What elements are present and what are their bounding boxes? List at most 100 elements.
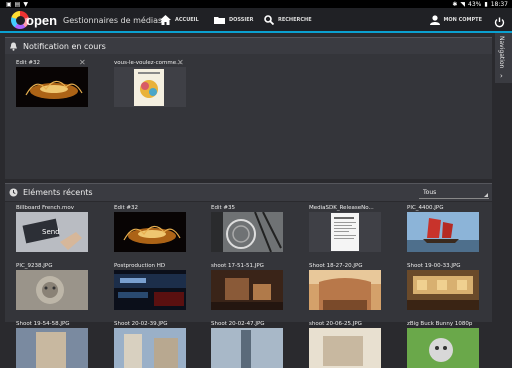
poster-image [114, 67, 186, 107]
media-tile-label: Shoot 20-02-47.JPG [211, 321, 265, 327]
close-icon[interactable]: ✕ [79, 59, 86, 67]
media-thumbnail [211, 270, 283, 310]
media-tile[interactable]: Billboard French.mov Send [16, 204, 88, 252]
recent-title: Eléments récents [23, 188, 93, 197]
top-bar: open Gestionnaires de médias ACCUEIL DOS… [0, 8, 512, 33]
media-thumbnail [114, 212, 186, 252]
close-icon[interactable]: ✕ [177, 59, 184, 67]
media-thumbnail [309, 270, 381, 310]
media-tile-label: MediaSDK_ReleaseNo... [309, 205, 374, 211]
chevron-right-icon: › [500, 72, 503, 80]
navigation-tab-label: Navigation [498, 36, 505, 69]
home-icon [160, 14, 171, 25]
media-tile[interactable]: PIC_9238.JPG [16, 262, 88, 310]
search-icon [264, 14, 274, 25]
user-icon [430, 14, 441, 25]
lobby-image [407, 270, 479, 310]
media-tile[interactable]: PIC_4400.JPG [407, 204, 479, 252]
notification-item-label: vous-le-voulez-comme... [114, 60, 182, 66]
media-tile[interactable]: shoot 17-51-51.JPG [211, 262, 283, 310]
account-button[interactable]: MON COMPTE [430, 8, 482, 31]
clock: 18:37 [490, 0, 508, 8]
lion-statue-image [16, 270, 88, 310]
main-content: Notification en cours Edit #32 ✕ vous-le… [5, 35, 492, 368]
status-bar: ▣ ▤ ▼ ✱ ◥ 43% ▮ 18:37 [0, 0, 512, 8]
send-key-image: Send [16, 212, 88, 252]
media-tile[interactable]: zBig Buck Bunny 1080p [407, 320, 479, 368]
media-tile-label: Shoot 20-02-39.JPG [114, 321, 168, 327]
battery-icon: ▮ [484, 0, 488, 8]
fireworks-image [114, 212, 186, 252]
power-icon [494, 17, 505, 28]
clock-icon [9, 188, 18, 197]
bright-image [309, 328, 381, 368]
media-tile-label: Shoot 19-00-33.JPG [407, 263, 461, 269]
status-right: ✱ ◥ 43% ▮ 18:37 [452, 0, 508, 8]
media-tile[interactable]: Shoot 19-00-33.JPG [407, 262, 479, 310]
nav-search[interactable]: RECHERCHE [256, 8, 320, 31]
media-tile[interactable]: shoot 20-06-25.JPG [309, 320, 381, 368]
media-thumbnail [114, 270, 186, 310]
media-tile[interactable]: Edit #35 [211, 204, 283, 252]
media-thumbnail [211, 212, 283, 252]
building-image [16, 328, 88, 368]
stock-ticker-image [114, 270, 186, 310]
media-thumbnail [407, 212, 479, 252]
nav-home[interactable]: ACCUEIL [152, 8, 207, 33]
media-tile[interactable]: Postproduction HD [114, 262, 186, 310]
notification-item[interactable]: Edit #32 ✕ [16, 59, 88, 107]
power-button[interactable] [494, 13, 505, 32]
gallery-icon: ▣ [6, 0, 12, 8]
media-thumbnail: Send [16, 212, 88, 252]
junk-boat-image [407, 212, 479, 252]
media-thumbnail [309, 328, 381, 368]
media-thumbnail [114, 328, 186, 368]
notification-item[interactable]: vous-le-voulez-comme... ✕ [114, 59, 186, 107]
media-tile[interactable]: Edit #32 [114, 204, 186, 252]
media-tile[interactable]: Shoot 19-54-58.JPG [16, 320, 88, 368]
notification-thumbnail [16, 67, 88, 107]
media-thumbnail [211, 328, 283, 368]
media-thumbnail [16, 270, 88, 310]
media-tile[interactable]: MediaSDK_ReleaseNo... [309, 204, 381, 252]
account-label: MON COMPTE [443, 16, 482, 23]
media-thumbnail [309, 212, 381, 252]
media-thumbnail [407, 270, 479, 310]
nav-search-label: RECHERCHE [278, 16, 312, 23]
bell-icon [10, 42, 17, 51]
hotel-image [309, 270, 381, 310]
notifications-area: Edit #32 ✕ vous-le-voulez-comme... ✕ [5, 54, 492, 179]
wifi-icon: ◥ [460, 0, 466, 8]
notification-item-label: Edit #32 [16, 60, 41, 66]
notifications-header: Notification en cours [5, 37, 492, 55]
nav-folder-label: DOSSIER [229, 16, 254, 23]
media-tile-label: shoot 17-51-51.JPG [211, 263, 264, 269]
media-thumbnail [16, 328, 88, 368]
status-left: ▣ ▤ ▼ [6, 0, 28, 8]
tower-image [211, 328, 283, 368]
media-tile[interactable]: Shoot 20-02-47.JPG [211, 320, 283, 368]
nav-home-label: ACCUEIL [175, 16, 199, 23]
app-logo: open [11, 11, 57, 29]
street-image [114, 328, 186, 368]
notification-icon: ▤ [14, 0, 21, 8]
filter-dropdown[interactable]: Tous [419, 186, 489, 199]
media-thumbnail [407, 328, 479, 368]
media-tile-label: zBig Buck Bunny 1080p [407, 321, 473, 327]
notifications-title: Notification en cours [23, 42, 106, 51]
bunny-image [407, 328, 479, 368]
media-tile-label: shoot 20-06-25.JPG [309, 321, 362, 327]
svg-text:Send: Send [42, 228, 60, 236]
recent-header: Eléments récents Tous [5, 183, 492, 201]
media-tile[interactable]: Shoot 20-02-39.JPG [114, 320, 186, 368]
navigation-panel-tab[interactable]: Navigation › [495, 33, 512, 83]
recent-grid: Billboard French.mov Send Edit #32 Edit … [5, 202, 492, 368]
media-tile[interactable]: Shoot 18-27-20.JPG [309, 262, 381, 310]
room-image [211, 270, 283, 310]
notification-thumbnail [114, 67, 186, 107]
bluetooth-icon: ✱ [452, 0, 458, 8]
nav-folder[interactable]: DOSSIER [206, 8, 262, 31]
media-tile-label: PIC_4400.JPG [407, 205, 444, 211]
mechanism-image [211, 212, 283, 252]
download-icon: ▼ [23, 0, 28, 8]
